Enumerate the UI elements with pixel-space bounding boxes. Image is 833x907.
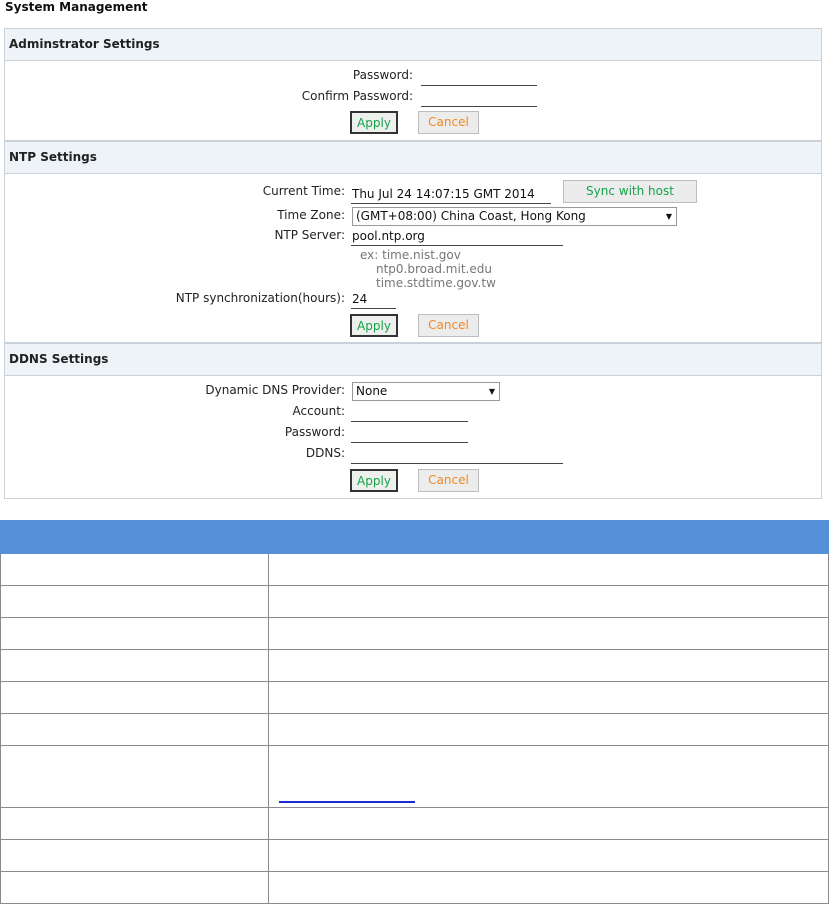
ntp-example-3: time.stdtime.gov.tw [376,276,496,290]
table-row [0,617,829,650]
sync-with-host-button[interactable]: Sync with host [563,180,697,203]
timezone-select[interactable]: (GMT+08:00) China Coast, Hong Kong ▼ [352,207,677,226]
timezone-label: Time Zone: [277,208,345,222]
ddns-domain-input[interactable] [351,445,563,464]
table-cell [0,681,269,714]
current-time-label: Current Time: [262,184,345,198]
ddns-provider-label: Dynamic DNS Provider: [205,383,345,397]
table-cell [0,839,269,872]
table-cell [268,617,829,650]
table-cell [0,585,269,618]
table-row [0,745,829,808]
ddns-cancel-button[interactable]: Cancel [418,469,479,492]
chevron-down-icon: ▼ [488,387,495,396]
table-cell [268,807,829,840]
table-cell [0,745,269,808]
table-cell [0,713,269,746]
page-title: System Management [5,0,148,14]
ddns-account-label: Account: [292,404,346,418]
ddns-settings-header: DDNS Settings [5,344,821,376]
table-row [0,871,829,904]
table-row [0,585,829,618]
settings-description-table [0,520,829,904]
table-row [0,553,829,586]
table-cell [268,745,829,808]
ddns-account-input[interactable] [351,403,468,422]
table-cell [0,807,269,840]
ddns-domain-label: DDNS: [305,446,345,460]
ddns-password-input[interactable] [351,424,468,443]
table-cell [268,553,829,586]
table-row [0,649,829,682]
admin-password-label: Password: [352,68,413,82]
ntp-example-1: ex: time.nist.gov [360,248,461,262]
admin-settings-header: Adminstrator Settings [5,29,821,61]
admin-confirm-password-input[interactable] [421,88,537,107]
ntp-settings-panel: NTP Settings Current Time: Thu Jul 24 14… [4,141,822,343]
table-cell [268,649,829,682]
table-cell [268,585,829,618]
table-row [0,681,829,714]
admin-settings-panel: Adminstrator Settings Password: Confirm … [4,28,822,141]
admin-password-input[interactable] [421,67,537,86]
ntp-apply-button[interactable]: Apply [350,314,398,337]
table-cell [0,553,269,586]
ddns-apply-button[interactable]: Apply [350,469,398,492]
table-row [0,807,829,840]
hyperlink-underline[interactable] [279,801,415,803]
ddns-provider-select[interactable]: None ▼ [352,382,500,401]
table-row [0,839,829,872]
table-cell [268,713,829,746]
table-cell [0,617,269,650]
current-time-value: Thu Jul 24 14:07:15 GMT 2014 [351,185,551,204]
ntp-settings-header: NTP Settings [5,142,821,174]
ntp-sync-hours-label: NTP synchronization(hours): [175,291,345,305]
chevron-down-icon: ▼ [665,212,672,221]
ntp-cancel-button[interactable]: Cancel [418,314,479,337]
table-cell [268,871,829,904]
ntp-server-input[interactable] [351,227,563,246]
table-cell [0,649,269,682]
table-header-row [0,520,829,554]
ntp-example-2: ntp0.broad.mit.edu [376,262,492,276]
ddns-password-label: Password: [284,425,345,439]
ntp-server-label: NTP Server: [274,228,345,242]
ddns-settings-panel: DDNS Settings Dynamic DNS Provider: None… [4,343,822,499]
table-header-cell [268,520,829,554]
admin-apply-button[interactable]: Apply [350,111,398,134]
admin-confirm-password-label: Confirm Password: [301,89,413,103]
table-cell [268,681,829,714]
table-row [0,713,829,746]
ddns-provider-selected-value: None [356,384,388,398]
table-cell [268,839,829,872]
timezone-selected-value: (GMT+08:00) China Coast, Hong Kong [356,209,586,223]
table-header-cell [0,520,269,554]
admin-cancel-button[interactable]: Cancel [418,111,479,134]
ntp-sync-hours-input[interactable] [351,290,396,309]
table-cell [0,871,269,904]
